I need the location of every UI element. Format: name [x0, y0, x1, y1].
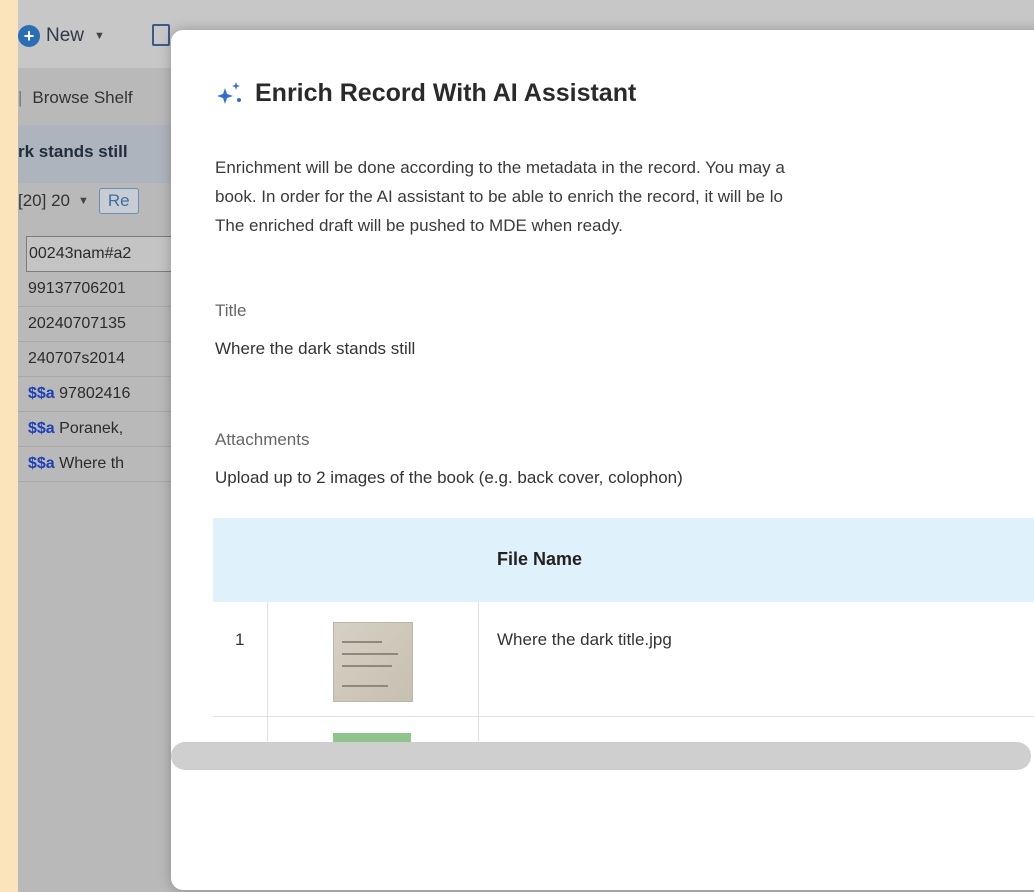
thumbnail-scribble: [342, 685, 388, 687]
marc-row-text: Where th: [54, 455, 125, 472]
browse-shelf-label: Browse Shelf: [32, 88, 133, 107]
plus-circle-icon: +: [18, 25, 40, 47]
page-size-select[interactable]: [20] 20 ▼: [18, 191, 89, 211]
column-divider: [478, 602, 479, 716]
caret-down-icon: ▼: [94, 30, 105, 42]
subfield-code: $$a: [28, 385, 55, 402]
dialog-description: Enrichment will be done according to the…: [215, 153, 1034, 240]
description-line: book. In order for the AI assistant to b…: [215, 187, 783, 206]
record-title: rk stands still: [18, 142, 128, 161]
marc-row[interactable]: 00243nam#a2: [26, 236, 180, 272]
pager-button[interactable]: Re: [98, 188, 139, 214]
marc-row-text: 240707s2014: [28, 350, 125, 367]
thumbnail-scribble: [342, 665, 392, 667]
title-field-label: Title: [215, 301, 247, 320]
marc-row-text: 00243nam#a2: [29, 245, 132, 262]
marc-row[interactable]: $$a 97802416: [18, 377, 178, 412]
thumbnail-scribble: [342, 653, 398, 655]
column-header-file-name[interactable]: File Name: [497, 549, 582, 570]
image-thumbnail[interactable]: [333, 622, 413, 702]
marc-row-text: 99137706201: [28, 280, 126, 297]
page-size-value: [20] 20: [18, 191, 70, 210]
marc-field-list: 00243nam#a2 99137706201 20240707135 2407…: [18, 236, 180, 482]
marc-row[interactable]: 240707s2014: [18, 342, 178, 377]
marc-row-text: Poranek,: [54, 420, 124, 437]
sparkle-icon: [217, 82, 241, 104]
subfield-code: $$a: [28, 420, 55, 437]
marc-row-text: 97802416: [54, 385, 131, 402]
thumbnail-scribble: [342, 641, 382, 643]
browse-shelf-link[interactable]: | Browse Shelf: [18, 88, 133, 108]
caret-down-icon: ▼: [78, 195, 89, 207]
description-line: The enriched draft will be pushed to MDE…: [215, 216, 623, 235]
record-icon[interactable]: [152, 24, 170, 46]
marc-row[interactable]: $$a Where th: [18, 447, 178, 482]
marc-row-text: 20240707135: [28, 315, 126, 332]
marc-row[interactable]: $$a Poranek,: [18, 412, 178, 447]
pager: [20] 20 ▼ Re: [18, 188, 139, 214]
attachments-table: File Name 1 Where the dark title.jpg: [213, 518, 1034, 757]
table-row[interactable]: 1 Where the dark title.jpg: [213, 602, 1034, 717]
horizontal-scrollbar[interactable]: [171, 742, 1031, 770]
file-name-cell: Where the dark title.jpg: [497, 630, 672, 649]
dialog-title: Enrich Record With AI Assistant: [215, 78, 636, 108]
enrich-record-dialog: Enrich Record With AI Assistant Enrichme…: [171, 30, 1034, 890]
new-button-label: New: [46, 25, 85, 46]
row-index: 1: [235, 630, 245, 649]
marc-row[interactable]: 99137706201: [18, 272, 178, 307]
attachments-label: Attachments: [215, 430, 310, 449]
table-header: File Name: [213, 518, 1034, 602]
title-field-value: Where the dark stands still: [215, 339, 416, 358]
marc-row[interactable]: 20240707135: [18, 307, 178, 342]
new-button[interactable]: + New ▼: [18, 22, 105, 50]
divider: |: [18, 88, 23, 107]
attachments-help-text: Upload up to 2 images of the book (e.g. …: [215, 468, 683, 487]
dialog-title-text: Enrich Record With AI Assistant: [255, 78, 637, 107]
column-divider: [267, 602, 268, 716]
subfield-code: $$a: [28, 455, 55, 472]
description-line: Enrichment will be done according to the…: [215, 158, 785, 177]
